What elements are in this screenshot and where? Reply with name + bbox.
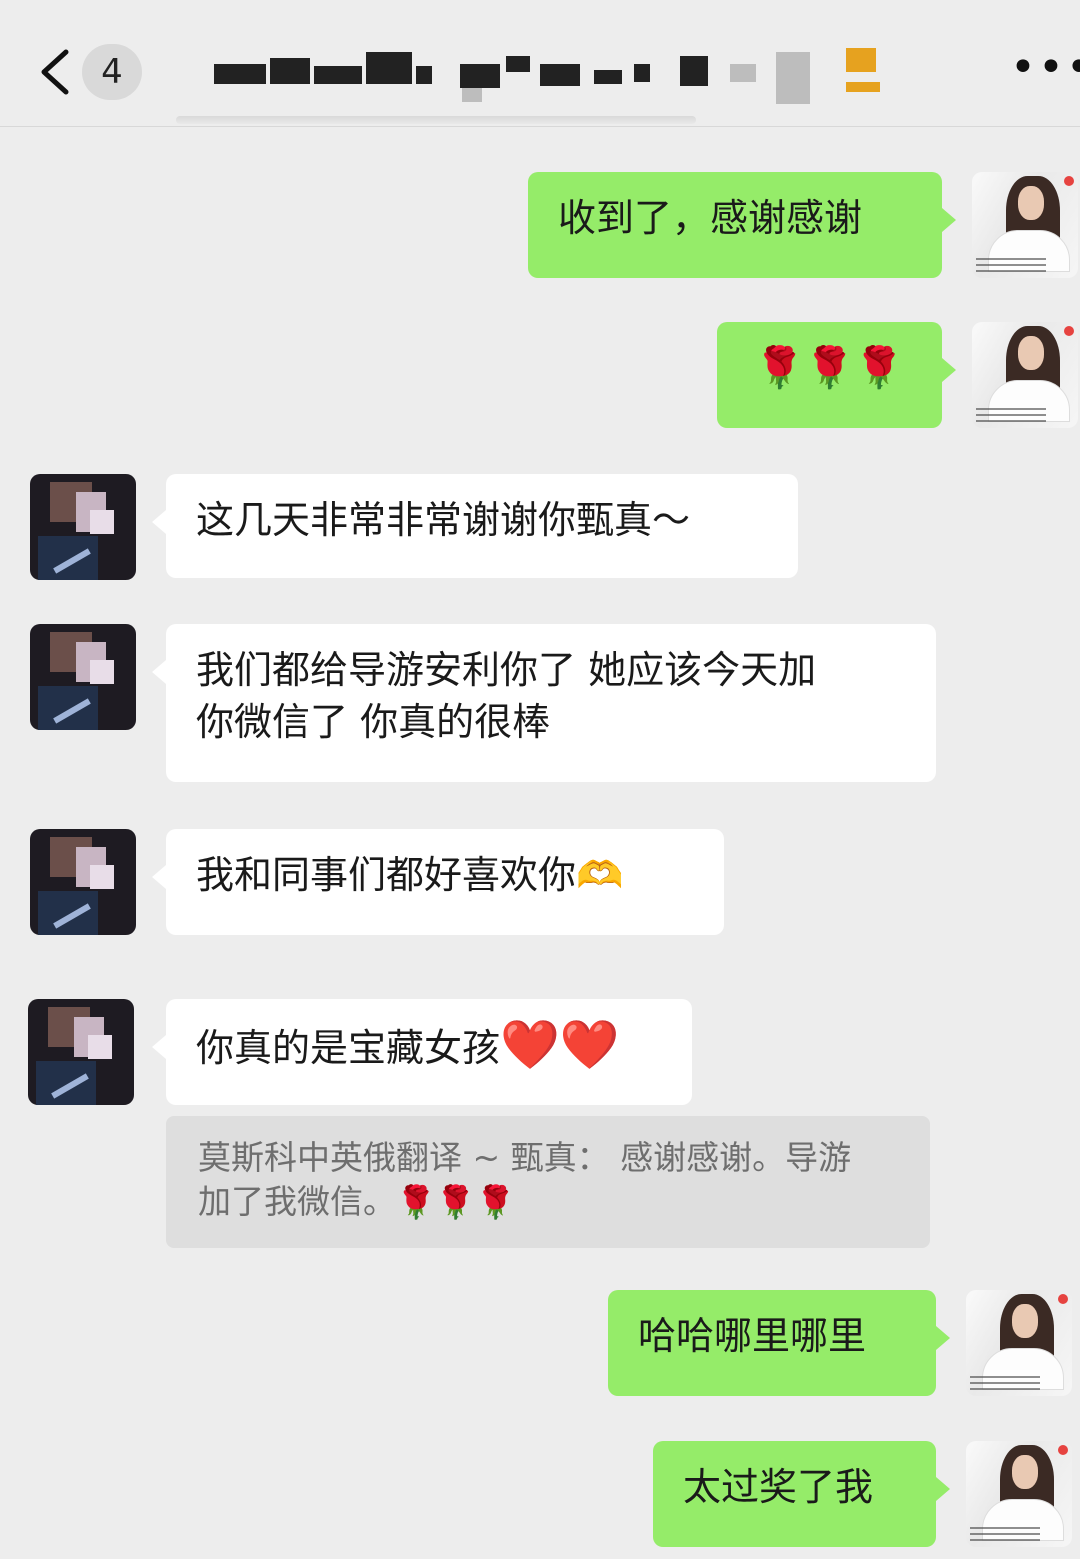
rose-emoji: 🌹🌹🌹 (396, 1183, 516, 1221)
quote-text-line: 莫斯科中英俄翻译 ~ 甄真： 感谢感谢。导游 (198, 1138, 852, 1177)
my-message-bubble[interactable]: 收到了，感谢感谢 (528, 172, 956, 278)
my-avatar[interactable] (972, 322, 1078, 428)
my-message-bubble[interactable]: 哈哈哪里哪里 (608, 1290, 950, 1396)
contact-avatar-pixelated[interactable] (28, 999, 134, 1105)
quote-text-line: 加了我微信。🌹🌹🌹 (198, 1182, 516, 1221)
message-text: 我和同事们都好喜欢你 (196, 853, 577, 897)
message-text-line: 你微信了 你真的很棒 (196, 700, 551, 744)
header-divider (176, 116, 696, 124)
contact-message-bubble[interactable]: 我们都给导游安利你了 她应该今天加 你微信了 你真的很棒 (152, 624, 936, 782)
message-text: 太过奖了我 (683, 1465, 874, 1509)
contact-avatar-pixelated[interactable] (30, 474, 136, 580)
chat-title-redacted (210, 46, 890, 106)
message-text-line: 我们都给导游安利你了 她应该今天加 (196, 648, 817, 692)
message-text: 你真的是宝藏女孩 (196, 1026, 501, 1070)
my-message-bubble[interactable]: 太过奖了我 (653, 1441, 950, 1547)
my-avatar[interactable] (972, 172, 1078, 278)
quoted-message[interactable]: 莫斯科中英俄翻译 ~ 甄真： 感谢感谢。导游 加了我微信。🌹🌹🌹 (166, 1116, 930, 1248)
message-text: 哈哈哪里哪里 (638, 1314, 867, 1358)
my-avatar[interactable] (966, 1290, 1072, 1396)
contact-avatar-pixelated[interactable] (30, 624, 136, 730)
heart-hands-emoji: 🫶 (576, 853, 624, 897)
message-text: 这几天非常非常谢谢你甄真～ (196, 498, 691, 542)
chat-header: 4 ••• (0, 0, 1080, 127)
contact-message-bubble[interactable]: 这几天非常非常谢谢你甄真～ (152, 474, 798, 578)
contact-message-bubble[interactable]: 我和同事们都好喜欢你🫶 (152, 829, 724, 935)
contact-avatar-pixelated[interactable] (30, 829, 136, 935)
chevron-left-icon[interactable] (36, 48, 76, 96)
rose-emoji: 🌹🌹🌹 (754, 345, 905, 391)
contact-message-bubble[interactable]: 你真的是宝藏女孩❤️❤️ (152, 999, 692, 1105)
unread-count-badge[interactable]: 4 (82, 44, 142, 100)
heart-emoji: ❤️❤️ (500, 1017, 620, 1073)
my-avatar[interactable] (966, 1441, 1072, 1547)
more-dots-icon[interactable]: ••• (1010, 46, 1080, 90)
my-message-bubble[interactable]: 🌹🌹🌹 (717, 322, 956, 428)
message-text: 收到了，感谢感谢 (558, 196, 863, 240)
